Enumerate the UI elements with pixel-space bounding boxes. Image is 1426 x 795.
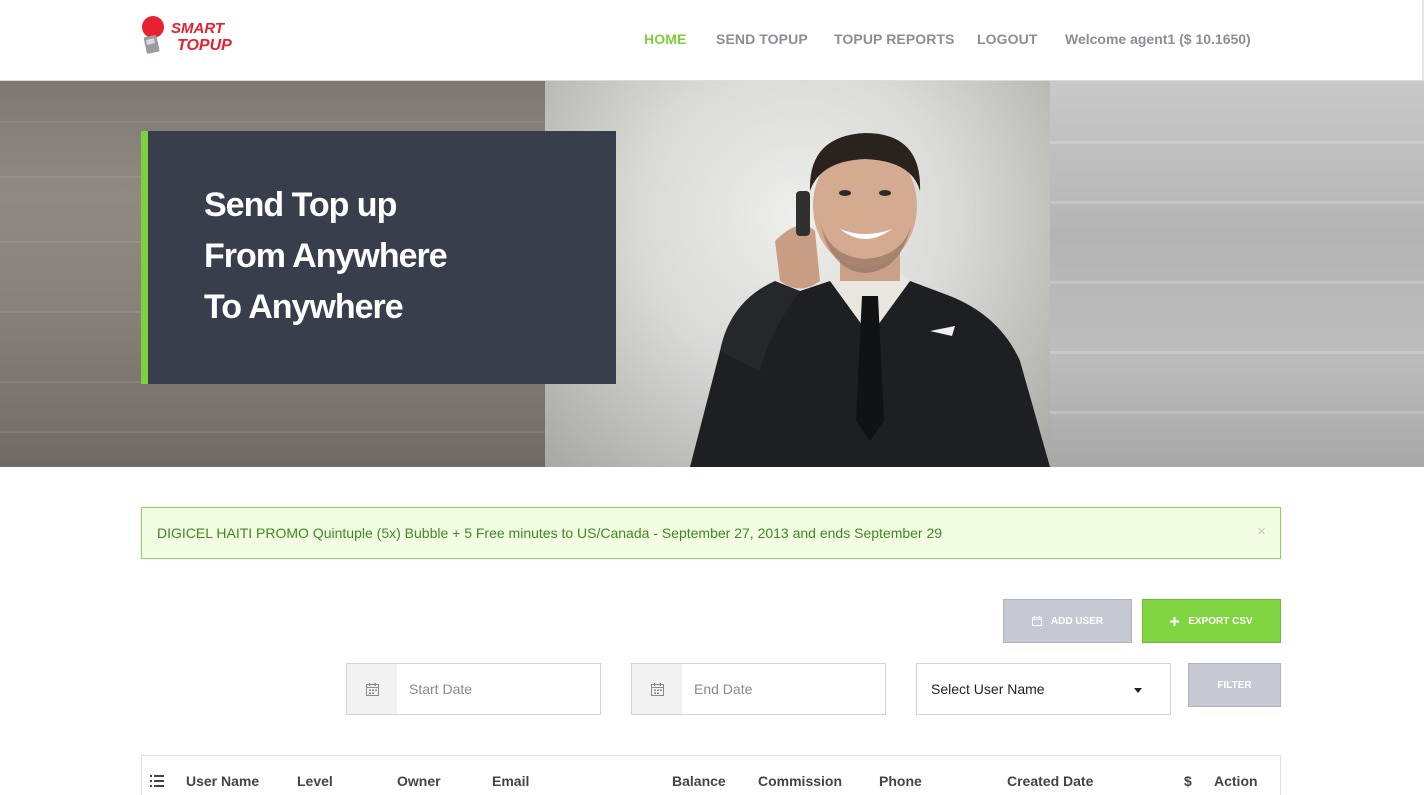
nav-topup-reports[interactable]: TOPUP REPORTS: [834, 31, 955, 47]
start-date-input[interactable]: [397, 664, 600, 714]
plus-icon: [1170, 616, 1180, 626]
add-user-button[interactable]: ADD USER: [1003, 599, 1132, 643]
col-balance[interactable]: Balance: [672, 773, 726, 789]
col-email[interactable]: Email: [492, 773, 529, 789]
col-created-date[interactable]: Created Date: [1007, 773, 1093, 789]
welcome-balance: Welcome agent1 ($ 10.1650): [1065, 31, 1251, 47]
user-name-select-value: Select User Name: [931, 681, 1045, 697]
nav-send-topup[interactable]: SEND TOPUP: [716, 31, 808, 47]
export-csv-button[interactable]: EXPORT CSV: [1142, 599, 1281, 643]
top-header: SMART TOPUP HOME SEND TOPUP TOPUP REPORT…: [0, 0, 1424, 81]
col-action[interactable]: Action: [1214, 773, 1258, 789]
add-user-label: ADD USER: [1050, 615, 1104, 627]
col-currency[interactable]: $: [1184, 773, 1192, 789]
hero-line-1: Send Top up: [204, 186, 397, 224]
col-commission[interactable]: Commission: [758, 773, 842, 789]
start-date-addon: [347, 664, 397, 714]
export-csv-label: EXPORT CSV: [1188, 615, 1253, 627]
filter-button[interactable]: FILTER: [1188, 663, 1281, 707]
page: SMART TOPUP HOME SEND TOPUP TOPUP REPORT…: [0, 0, 1426, 795]
promo-alert: DIGICEL HAITI PROMO Quintuple (5x) Bubbl…: [141, 507, 1281, 559]
start-date-field[interactable]: [346, 663, 601, 715]
nav-home[interactable]: HOME: [644, 31, 686, 47]
nav-logout[interactable]: LOGOUT: [977, 31, 1037, 47]
calendar-icon: [365, 682, 379, 696]
calendar-icon: [650, 682, 664, 696]
list-icon: [150, 775, 164, 787]
filter-label: FILTER: [1217, 679, 1252, 691]
end-date-input[interactable]: [682, 664, 885, 714]
calendar-icon: [1031, 616, 1042, 626]
hero-banner: Send Top up From Anywhere To Anywhere: [0, 81, 1424, 467]
end-date-addon: [632, 664, 682, 714]
hero-line-3: To Anywhere: [204, 288, 404, 326]
col-level[interactable]: Level: [297, 773, 333, 789]
promo-alert-text: DIGICEL HAITI PROMO Quintuple (5x) Bubbl…: [157, 525, 943, 541]
col-phone[interactable]: Phone: [879, 773, 922, 789]
hero-tagline-box: Send Top up From Anywhere To Anywhere: [141, 131, 616, 384]
close-icon[interactable]: ×: [1257, 523, 1266, 540]
user-name-select[interactable]: Select User Name: [916, 663, 1171, 715]
chevron-down-icon: [1134, 688, 1142, 693]
col-user-name[interactable]: User Name: [186, 773, 259, 789]
col-owner[interactable]: Owner: [397, 773, 441, 789]
users-table: User Name Level Owner Email Balance Comm…: [141, 755, 1281, 795]
hero-line-2: From Anywhere: [204, 237, 448, 275]
hero-right-texture: [1050, 81, 1424, 467]
businessman-on-phone-image: [690, 133, 1050, 467]
end-date-field[interactable]: [631, 663, 886, 715]
